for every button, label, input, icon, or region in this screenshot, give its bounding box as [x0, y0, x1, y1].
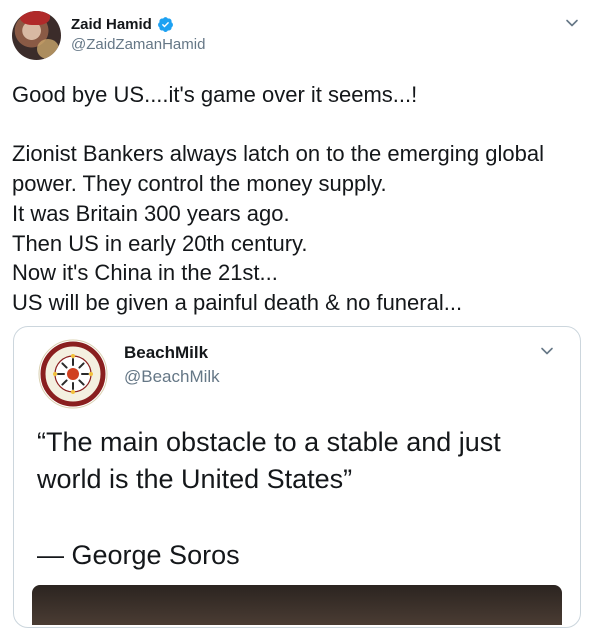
quoted-tweet-image[interactable] [32, 585, 562, 625]
quoted-tweet[interactable]: BeachMilk @BeachMilk “The main obstacle … [13, 326, 581, 628]
chevron-down-icon[interactable] [539, 343, 555, 359]
author-display-name[interactable]: Zaid Hamid [71, 16, 152, 33]
author-handle[interactable]: @ZaidZamanHamid [71, 36, 205, 53]
tweet-text: Good bye US....it's game over it seems..… [12, 82, 544, 315]
name-row: Zaid Hamid [71, 15, 205, 34]
author-avatar[interactable] [12, 11, 61, 60]
quoted-author-display-name[interactable]: BeachMilk [124, 343, 220, 365]
quoted-author-avatar[interactable] [38, 339, 108, 409]
verified-badge-icon [157, 16, 174, 33]
quoted-author-handle[interactable]: @BeachMilk [124, 367, 220, 387]
author-info: Zaid Hamid @ZaidZamanHamid [71, 15, 205, 53]
tweet: Zaid Hamid @ZaidZamanHamid Good bye US..… [0, 0, 596, 628]
quoted-tweet-text: “The main obstacle to a stable and just … [37, 427, 501, 494]
quote-attribution: — George Soros [37, 540, 240, 570]
chevron-down-icon[interactable] [564, 15, 580, 31]
quoted-author-info: BeachMilk @BeachMilk [124, 343, 220, 387]
